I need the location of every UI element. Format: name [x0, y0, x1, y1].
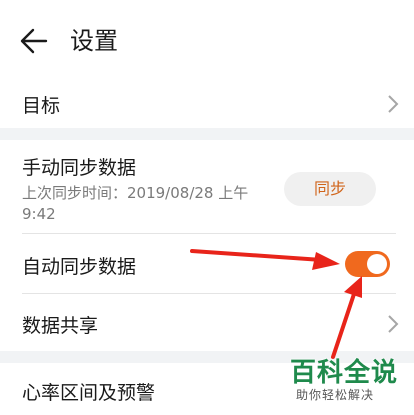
sync-button[interactable]: 同步 [284, 172, 376, 206]
settings-row-data-share[interactable]: 数据共享 [0, 294, 414, 351]
app-header: 设置 [0, 0, 414, 80]
last-sync-time-continued: 9:42 [22, 205, 56, 223]
auto-sync-toggle[interactable] [345, 251, 390, 277]
data-share-label: 数据共享 [22, 315, 99, 337]
last-sync-time: 上次同步时间：2019/08/28 上午 [22, 184, 249, 202]
chevron-right-icon [388, 95, 399, 113]
auto-sync-label: 自动同步数据 [22, 256, 137, 278]
watermark-title: 百科全说 [290, 358, 399, 388]
watermark-subtitle: 助你轻松解决 [296, 388, 375, 402]
heart-rate-label: 心率区间及预警 [22, 382, 156, 404]
toggle-knob [367, 254, 387, 274]
section-gap [0, 128, 414, 140]
manual-sync-label: 手动同步数据 [22, 157, 137, 179]
chevron-right-icon [388, 315, 399, 333]
settings-row-target[interactable]: 目标 [0, 80, 414, 128]
page-title: 设置 [70, 27, 118, 55]
back-arrow-icon [20, 28, 48, 54]
target-label: 目标 [22, 95, 61, 117]
back-button[interactable] [18, 25, 50, 57]
